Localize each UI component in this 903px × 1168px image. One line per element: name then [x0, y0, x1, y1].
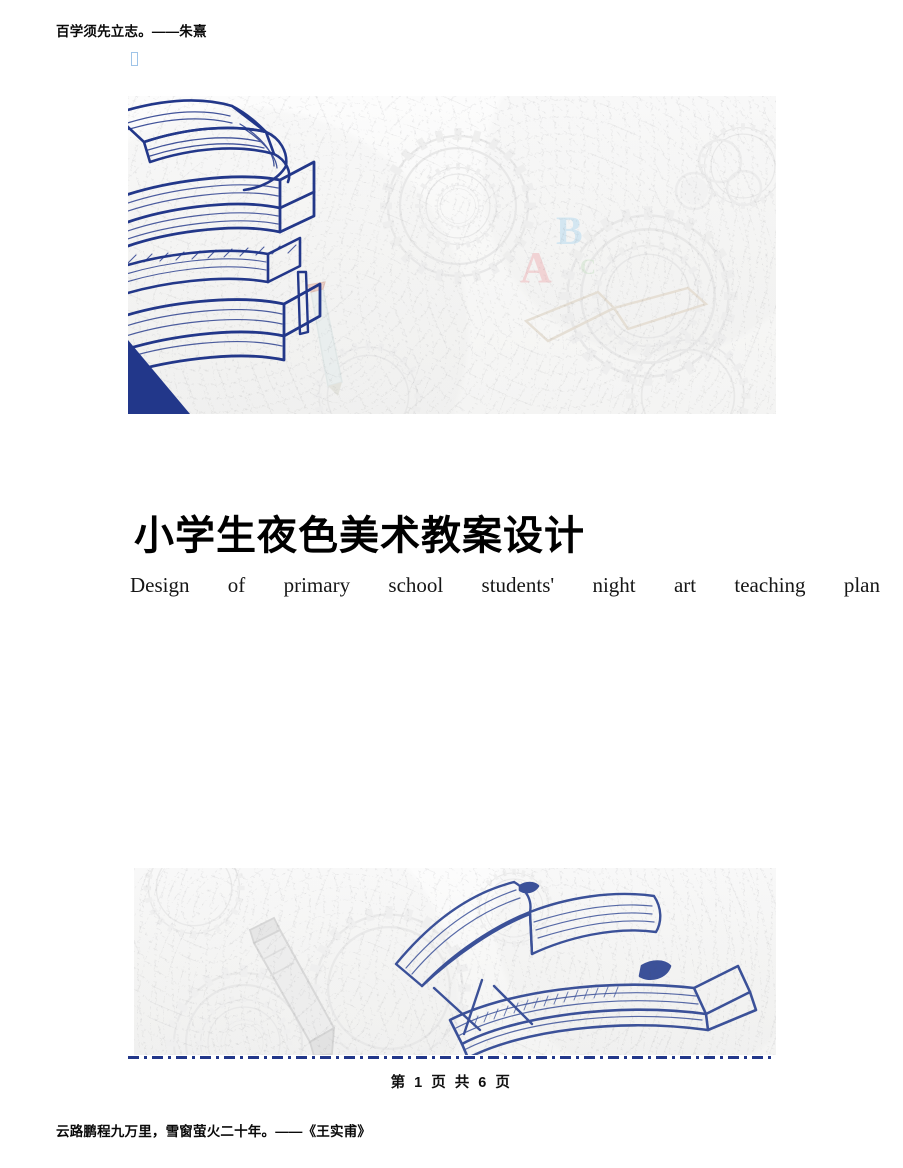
- speckle-texture-bottom: [134, 868, 776, 1055]
- page-number-label: 第 1 页 共 6 页: [390, 1075, 513, 1091]
- footer-quote: 云路鹏程九万里，雪窗萤火二十年。——《王实甫》: [56, 1124, 372, 1139]
- cover-image-top: B A C: [128, 96, 776, 414]
- footer-divider-rule: [128, 1056, 776, 1059]
- missing-glyph-placeholder-icon: [131, 52, 138, 66]
- cover-image-bottom: [134, 868, 776, 1055]
- page-subtitle-english: Design of primary school students' night…: [130, 573, 880, 597]
- page-title-chinese: 小学生夜色美术教案设计: [134, 513, 585, 558]
- speckle-texture-top: [128, 96, 776, 414]
- navy-corner-wedge: [128, 340, 190, 414]
- header-quote: 百学须先立志。——朱熹: [56, 24, 207, 39]
- document-page: 百学须先立志。——朱熹 小学生夜色美术教案设计 Design of primar…: [0, 0, 903, 1168]
